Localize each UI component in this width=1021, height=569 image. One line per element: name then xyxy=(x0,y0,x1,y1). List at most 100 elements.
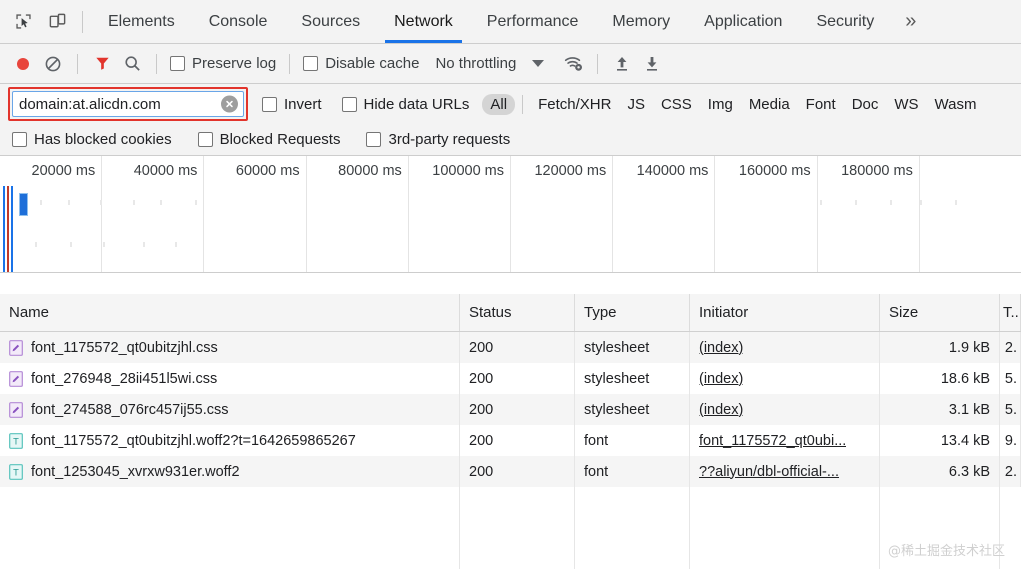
filter-type-img[interactable]: Img xyxy=(700,94,741,115)
cell-size: 1.9 kB xyxy=(880,332,1000,363)
column-header-size[interactable]: Size xyxy=(880,294,1000,331)
record-icon[interactable] xyxy=(8,49,38,79)
throttling-select[interactable]: No throttling xyxy=(435,55,516,72)
preserve-log-checkbox[interactable]: Preserve log xyxy=(166,55,280,72)
upload-har-icon[interactable] xyxy=(607,49,637,79)
filter-type-wasm[interactable]: Wasm xyxy=(927,94,985,115)
column-header-initiator[interactable]: Initiator xyxy=(690,294,880,331)
checkbox-box xyxy=(170,56,185,71)
tab-performance[interactable]: Performance xyxy=(470,0,596,43)
tab-memory[interactable]: Memory xyxy=(595,0,687,43)
invert-label: Invert xyxy=(284,95,322,113)
third-party-requests-checkbox[interactable]: 3rd-party requests xyxy=(362,131,514,148)
device-toolbar-icon[interactable] xyxy=(40,5,74,39)
column-header-time[interactable]: T.. xyxy=(1000,294,1021,331)
more-tabs-icon[interactable]: » xyxy=(891,0,930,43)
wifi-settings-icon[interactable] xyxy=(558,49,588,79)
initiator-link[interactable]: ??aliyun/dbl-official-... xyxy=(699,464,839,480)
filter-type-js[interactable]: JS xyxy=(619,94,653,115)
load-event-line xyxy=(7,186,9,272)
tab-network[interactable]: Network xyxy=(377,0,470,43)
tab-console[interactable]: Console xyxy=(192,0,285,43)
column-header-name[interactable]: Name xyxy=(0,294,460,331)
disable-cache-label: Disable cache xyxy=(325,55,420,72)
blocked-requests-checkbox[interactable]: Blocked Requests xyxy=(194,131,345,148)
filter-type-doc[interactable]: Doc xyxy=(844,94,887,115)
table-row[interactable]: T font_1175572_qt0ubitzjhl.woff2?t=16426… xyxy=(0,425,1021,456)
overview-tick-cell: 20000 ms xyxy=(0,156,103,272)
table-row[interactable]: font_276948_28ii451l5wi.css 200 styleshe… xyxy=(0,363,1021,394)
cell-status: 200 xyxy=(460,425,575,456)
cell-type: stylesheet xyxy=(575,394,690,425)
initiator-link[interactable]: (index) xyxy=(699,340,743,356)
cell-type: stylesheet xyxy=(575,332,690,363)
table-row[interactable]: font_274588_076rc457ij55.css 200 stylesh… xyxy=(0,394,1021,425)
filter-input[interactable] xyxy=(19,95,217,113)
hide-data-urls-label: Hide data URLs xyxy=(363,95,470,113)
invert-checkbox[interactable]: Invert xyxy=(258,96,326,113)
cell-time: 5. xyxy=(1000,394,1021,425)
table-row[interactable]: font_1175572_qt0ubitzjhl.css 200 stylesh… xyxy=(0,332,1021,363)
table-body: font_1175572_qt0ubitzjhl.css 200 stylesh… xyxy=(0,332,1021,569)
cell-initiator: font_1175572_qt0ubi... xyxy=(690,425,880,456)
cell-name: font_1175572_qt0ubitzjhl.css xyxy=(0,332,460,363)
filter-type-ws[interactable]: WS xyxy=(886,94,926,115)
filter-input-wrapper[interactable] xyxy=(12,91,244,117)
tab-application[interactable]: Application xyxy=(687,0,799,43)
filter-funnel-icon[interactable] xyxy=(87,49,117,79)
filter-type-css[interactable]: CSS xyxy=(653,94,700,115)
request-name: font_1253045_xvrxw931er.woff2 xyxy=(31,463,240,480)
table-empty-area xyxy=(0,487,1021,569)
cell-status: 200 xyxy=(460,332,575,363)
cell-time: 2. xyxy=(1000,332,1021,363)
initiator-link[interactable]: (index) xyxy=(699,402,743,418)
column-header-type[interactable]: Type xyxy=(575,294,690,331)
devtools-tab-bar: Elements Console Sources Network Perform… xyxy=(0,0,1021,44)
svg-text:T: T xyxy=(12,468,19,478)
initiator-link[interactable]: (index) xyxy=(699,371,743,387)
overview-tick-cell: 120000 ms xyxy=(511,156,614,272)
third-party-requests-label: 3rd-party requests xyxy=(388,131,511,148)
column-header-status[interactable]: Status xyxy=(460,294,575,331)
filter-type-fetch-xhr[interactable]: Fetch/XHR xyxy=(530,94,619,115)
dom-content-loaded-line-2 xyxy=(11,186,13,272)
filter-divider xyxy=(522,94,524,114)
tab-label: Security xyxy=(816,12,875,30)
request-name: font_1175572_qt0ubitzjhl.css xyxy=(31,339,218,356)
watermark-text: @稀土掘金技术社区 xyxy=(887,544,1005,559)
tab-security[interactable]: Security xyxy=(799,0,891,43)
clear-input-icon[interactable] xyxy=(221,95,238,113)
cell-name: T font_1253045_xvrxw931er.woff2 xyxy=(0,456,460,487)
inspect-element-icon[interactable] xyxy=(6,5,40,39)
download-har-icon[interactable] xyxy=(637,49,667,79)
hide-data-urls-checkbox[interactable]: Hide data URLs xyxy=(338,96,474,113)
chevron-down-icon[interactable] xyxy=(532,60,545,67)
request-options-row: Has blocked cookies Blocked Requests 3rd… xyxy=(0,124,1021,156)
cell-initiator: (index) xyxy=(690,363,880,394)
overview-tick-label: 80000 ms xyxy=(338,163,402,179)
tab-label: Memory xyxy=(612,12,671,30)
cell-size: 18.6 kB xyxy=(880,363,1000,394)
filter-type-media[interactable]: Media xyxy=(741,94,798,115)
toolbar-divider xyxy=(82,10,83,33)
overview-tick-label: 140000 ms xyxy=(636,163,709,179)
request-name: font_274588_076rc457ij55.css xyxy=(31,401,229,418)
tab-sources[interactable]: Sources xyxy=(284,0,377,43)
initiator-link[interactable]: font_1175572_qt0ubi... xyxy=(699,433,846,449)
svg-text:T: T xyxy=(12,437,19,447)
stylesheet-file-icon xyxy=(9,401,23,418)
checkbox-box xyxy=(197,132,213,147)
filter-type-font[interactable]: Font xyxy=(798,94,844,115)
table-row[interactable]: T font_1253045_xvrxw931er.woff2 200 font… xyxy=(0,456,1021,487)
has-blocked-cookies-checkbox[interactable]: Has blocked cookies xyxy=(8,131,176,148)
tab-elements[interactable]: Elements xyxy=(91,0,192,43)
clear-icon[interactable] xyxy=(38,49,68,79)
overview-tick-cell: 100000 ms xyxy=(409,156,512,272)
disable-cache-checkbox[interactable]: Disable cache xyxy=(299,55,423,72)
toolbar-divider xyxy=(597,53,599,74)
tab-label: Performance xyxy=(486,12,579,30)
network-overview-timeline[interactable]: 20000 ms 40000 ms 60000 ms 80000 ms 1000… xyxy=(0,156,1021,273)
cell-initiator: ??aliyun/dbl-official-... xyxy=(690,456,880,487)
search-icon[interactable] xyxy=(117,49,147,79)
filter-type-all[interactable]: All xyxy=(482,93,516,115)
